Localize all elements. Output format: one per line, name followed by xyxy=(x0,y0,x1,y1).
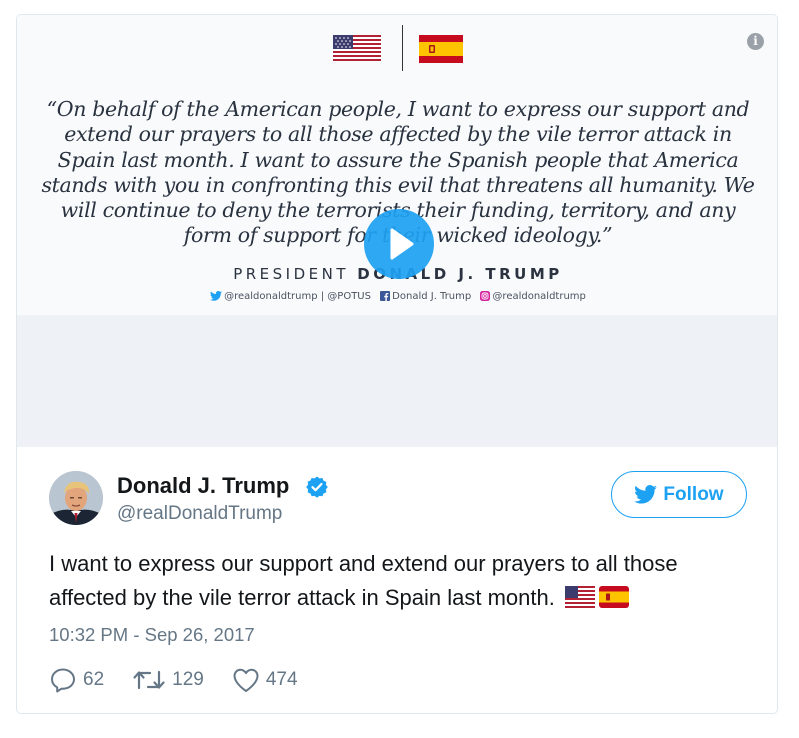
reply-icon xyxy=(51,668,75,693)
flag-divider xyxy=(402,25,403,71)
spain-flag-icon xyxy=(419,35,463,63)
attribution-title: PRESIDENT xyxy=(233,265,358,283)
display-name[interactable]: Donald J. Trump xyxy=(117,473,289,499)
video-player[interactable]: i “On behalf of the American people, I w… xyxy=(17,15,777,447)
follow-button[interactable]: Follow xyxy=(611,471,747,518)
instagram-handle: @realdonaldtrump xyxy=(492,291,586,302)
avatar-image xyxy=(49,471,103,525)
verified-badge-icon xyxy=(306,476,328,498)
play-icon xyxy=(390,228,414,260)
follow-label: Follow xyxy=(663,483,724,505)
reply-count: 62 xyxy=(83,669,105,690)
facebook-icon xyxy=(380,291,391,301)
tweet-header: Donald J. Trump @realDonaldTrump Follow xyxy=(17,447,777,547)
social-handles: @realdonaldtrump | @POTUS Donald J. Trum… xyxy=(17,291,777,302)
us-flag-icon xyxy=(333,35,381,61)
tweet-card: i “On behalf of the American people, I w… xyxy=(16,14,778,714)
tweet-actions: 62 129 474 xyxy=(49,665,298,695)
instagram-icon xyxy=(480,291,491,301)
twitter-bird-icon xyxy=(210,291,223,301)
facebook-handle: Donald J. Trump xyxy=(392,291,472,302)
retweet-button[interactable]: 129 xyxy=(132,667,204,693)
avatar[interactable] xyxy=(49,471,103,525)
tweet-timestamp[interactable]: 10:32 PM - Sep 26, 2017 xyxy=(49,624,255,646)
twitter-handles: @realdonaldtrump | @POTUS xyxy=(224,291,371,302)
like-button[interactable]: 474 xyxy=(232,667,298,693)
info-icon[interactable]: i xyxy=(747,33,764,50)
us-flag-emoji-icon xyxy=(565,586,595,608)
reply-button[interactable]: 62 xyxy=(49,666,104,694)
retweet-count: 129 xyxy=(172,669,204,690)
like-count: 474 xyxy=(265,669,298,690)
twitter-bird-icon xyxy=(634,485,658,504)
username[interactable]: @realDonaldTrump xyxy=(117,503,282,525)
play-button[interactable] xyxy=(364,209,434,279)
spain-flag-emoji-icon xyxy=(599,586,629,608)
tweet-text: I want to express our support and extend… xyxy=(49,547,759,615)
retweet-icon xyxy=(133,670,165,690)
heart-icon xyxy=(233,668,259,692)
